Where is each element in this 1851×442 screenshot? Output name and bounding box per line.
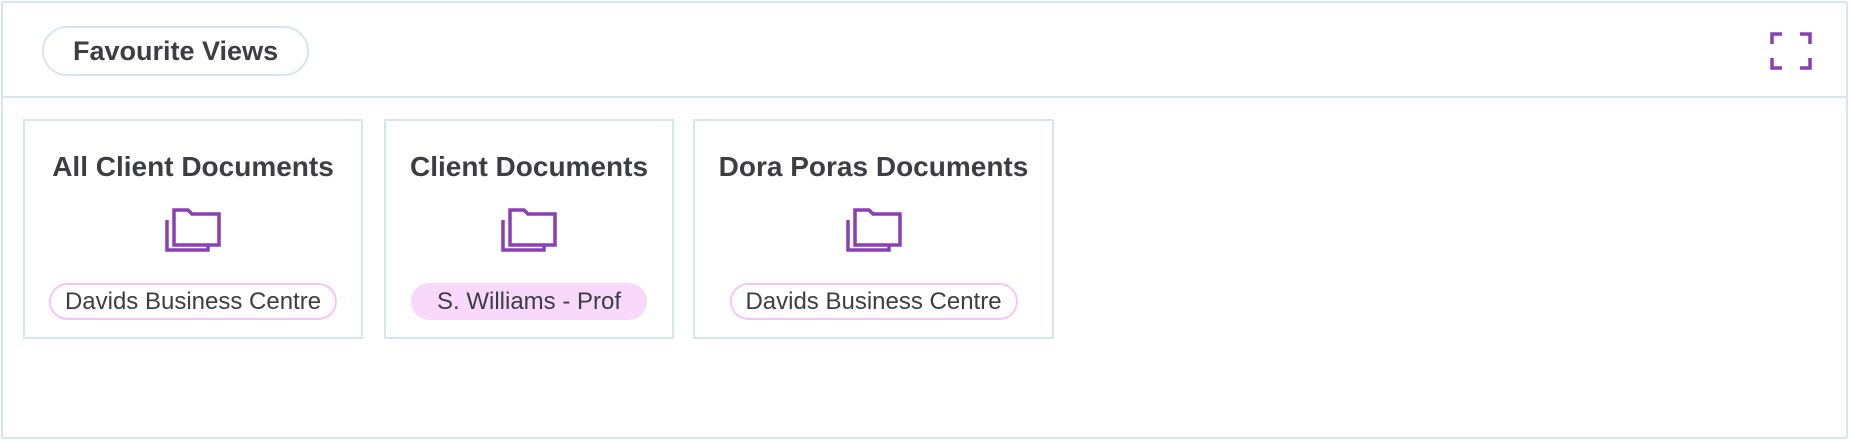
card-title: Dora Poras Documents bbox=[718, 151, 1029, 182]
card-tag: S. Williams - Prof bbox=[410, 283, 648, 320]
folders-icon bbox=[845, 208, 903, 252]
expand-icon[interactable] bbox=[1770, 32, 1812, 70]
card-tag: Davids Business Centre bbox=[729, 283, 1018, 320]
panel-title: Favourite Views bbox=[42, 26, 310, 76]
card-tag: Davids Business Centre bbox=[48, 283, 338, 320]
favourite-views-panel: Favourite Views All Client Documents Dav… bbox=[1, 1, 1848, 439]
panel-header: Favourite Views bbox=[3, 3, 1846, 98]
folders-icon bbox=[164, 208, 222, 252]
favourite-view-card[interactable]: Dora Poras Documents Davids Business Cen… bbox=[693, 119, 1054, 339]
card-title: Client Documents bbox=[409, 151, 649, 182]
card-title: All Client Documents bbox=[52, 151, 334, 182]
folders-icon bbox=[500, 208, 558, 252]
favourite-view-card[interactable]: Client Documents S. Williams - Prof bbox=[384, 119, 674, 339]
favourite-view-card[interactable]: All Client Documents Davids Business Cen… bbox=[23, 119, 363, 339]
